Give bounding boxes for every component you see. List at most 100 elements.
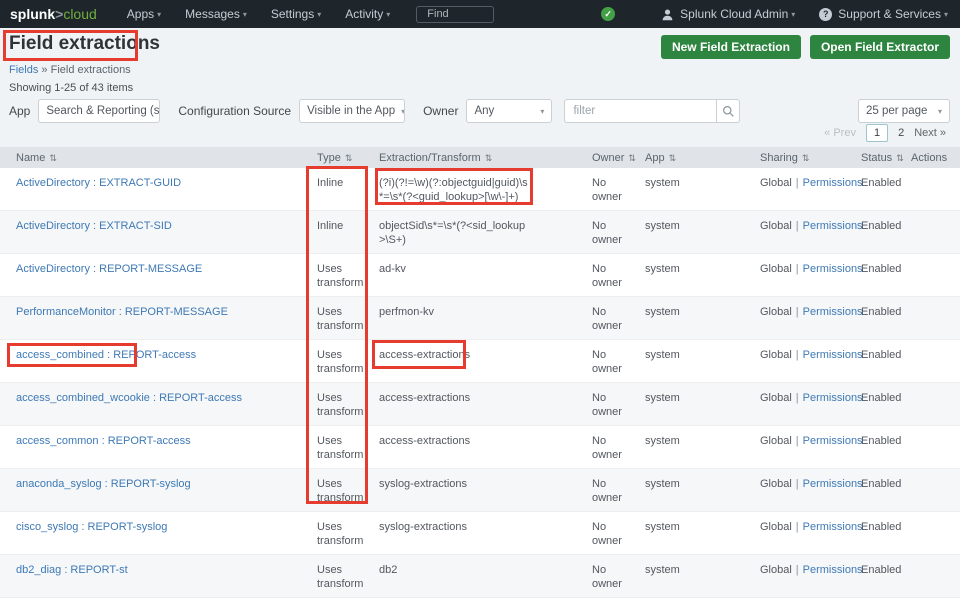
permissions-link[interactable]: Permissions [803,220,863,232]
cell-status: Enabled [855,339,905,383]
nav-menu-settings[interactable]: Settings ▾ [271,7,321,21]
cell-status: Enabled [855,168,905,211]
table-row: access_combined_wcookie : REPORT-access U… [0,382,960,426]
cell-extraction: syslog-extractions [370,511,585,555]
column-header-label: Actions [911,151,948,164]
cell-name: access_combined : REPORT-access [0,339,306,383]
extraction-name-link[interactable]: PerformanceMonitor : REPORT-MESSAGE [16,306,228,318]
nav-menu-messages[interactable]: Messages ▾ [185,7,247,21]
sharing-scope: Global [760,435,792,447]
column-header-sharing[interactable]: Sharing ⇅ [752,147,855,168]
column-header-type[interactable]: Type ⇅ [306,147,370,168]
extraction-name-link[interactable]: ActiveDirectory : REPORT-MESSAGE [16,263,202,275]
permissions-link[interactable]: Permissions [803,521,863,533]
extraction-name-link[interactable]: access_common : REPORT-access [16,435,191,447]
sharing-separator: | [795,564,799,576]
sort-icon: ⇅ [668,152,677,163]
permissions-link[interactable]: Permissions [803,435,863,447]
cell-actions [905,339,960,383]
new-field-extraction-button[interactable]: New Field Extraction [660,35,801,59]
per-page-dropdown[interactable]: 25 per page ▾ [858,99,950,123]
cell-owner: No owner [585,425,637,469]
extraction-name-link[interactable]: ActiveDirectory : EXTRACT-SID [16,220,172,232]
top-nav-bar: splunk>cloud Apps ▾ Messages ▾ Settings ▾ A… [0,0,960,28]
nav-menu-activity[interactable]: Activity ▾ [345,7,390,21]
support-services-menu[interactable]: Support & Services ▾ [838,7,948,21]
extraction-name-link[interactable]: cisco_syslog : REPORT-syslog [16,521,167,533]
support-menu-label: Support & Services [838,7,941,21]
chevron-down-icon: ▾ [791,10,796,19]
cell-extraction: access-extractions [370,382,585,426]
extraction-name-link[interactable]: db2_diag : REPORT-st [16,564,128,576]
permissions-link[interactable]: Permissions [803,392,863,404]
pagination-page-2[interactable]: 2 [898,127,904,139]
column-header-name[interactable]: Name ⇅ [0,147,306,168]
sharing-separator: | [795,435,799,447]
nav-menu-apps-label: Apps [126,7,155,21]
column-header-extraction-transform[interactable]: Extraction/Transform ⇅ [370,147,585,168]
extraction-value: objectSid\s*=\s*(?<sid_lookup>\S+) [379,220,526,246]
permissions-link[interactable]: Permissions [803,263,863,275]
breadcrumb-current: Field extractions [50,64,131,76]
permissions-link[interactable]: Permissions [803,349,863,361]
field-extractions-table-wrap: Name ⇅ Type ⇅ Extraction/Transform ⇅ Owner ⇅ App… [0,147,960,598]
extraction-value: db2 [379,564,398,576]
chevron-down-icon: ▾ [540,106,545,116]
cell-type: Uses transform [306,511,370,555]
extraction-value: ad-kv [379,263,406,275]
pagination-next[interactable]: Next » [914,127,946,139]
column-header-owner[interactable]: Owner ⇅ [585,147,637,168]
permissions-link[interactable]: Permissions [803,478,863,490]
page-title: Field extractions [9,33,160,54]
extraction-name-link[interactable]: access_combined_wcookie : REPORT-access [16,392,242,404]
configuration-source-dropdown[interactable]: Visible in the App ▾ [299,99,406,123]
sharing-scope: Global [760,306,792,318]
cell-type: Inline [306,210,370,254]
pagination-page-1-current[interactable]: 1 [865,124,889,142]
extraction-name-link[interactable]: ActiveDirectory : EXTRACT-GUID [16,177,181,189]
health-check-icon[interactable]: ✓ [601,7,616,21]
cell-name: access_combined_wcookie : REPORT-access [0,382,306,426]
sharing-separator: | [795,521,799,533]
search-button[interactable] [716,99,741,123]
pagination-prev[interactable]: « Prev [824,127,856,139]
cell-extraction: db2 [370,554,585,598]
sharing-separator: | [795,392,799,404]
cell-name: ActiveDirectory : EXTRACT-SID [0,210,306,254]
cell-app: system [637,425,752,469]
cell-app: system [637,168,752,211]
user-menu[interactable]: Splunk Cloud Admin ▾ [680,7,795,21]
open-field-extractor-button[interactable]: Open Field Extractor [809,35,950,59]
app-filter-dropdown[interactable]: Search & Reporting (s...▾ [38,99,161,123]
chevron-down-icon: ▾ [937,106,942,116]
cell-owner: No owner [585,296,637,340]
extraction-name-link[interactable]: access_combined : REPORT-access [16,349,196,361]
owner-filter-dropdown[interactable]: Any ▾ [466,99,553,123]
sharing-separator: | [795,177,799,189]
table-row: PerformanceMonitor : REPORT-MESSAGE Uses … [0,296,960,340]
filter-text-input[interactable] [564,99,717,123]
permissions-link[interactable]: Permissions [803,177,863,189]
filter-search-group [564,99,741,123]
splunk-cloud-logo[interactable]: splunk>cloud [10,6,97,22]
user-avatar-icon [661,8,674,21]
column-header-status[interactable]: Status ⇅ [855,147,905,168]
sharing-separator: | [795,263,799,275]
column-header-app[interactable]: App ⇅ [637,147,752,168]
app-filter-value: Search & Reporting (s... [46,105,161,117]
breadcrumb-fields-link[interactable]: Fields [9,64,38,76]
cell-name: db2_diag : REPORT-st [0,554,306,598]
extraction-name-link[interactable]: anaconda_syslog : REPORT-syslog [16,478,191,490]
sharing-separator: | [795,349,799,361]
cell-app: system [637,382,752,426]
cell-type: Uses transform [306,339,370,383]
permissions-link[interactable]: Permissions [803,306,863,318]
find-search-input[interactable] [416,5,495,23]
cell-sharing: Global | Permissions [752,168,863,211]
permissions-link[interactable]: Permissions [803,564,863,576]
extraction-value: perfmon-kv [379,306,435,318]
nav-menu-apps[interactable]: Apps ▾ [127,7,161,21]
sharing-scope: Global [760,521,792,533]
nav-menus: Apps ▾ Messages ▾ Settings ▾ Activity ▾ [127,7,391,21]
configuration-source-value: Visible in the App [307,105,396,117]
